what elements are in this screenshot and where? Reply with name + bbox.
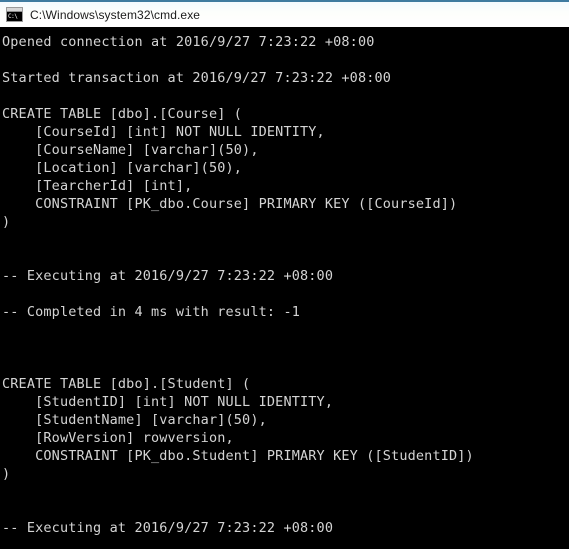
console-line: [Location] [varchar](50), [2, 160, 243, 176]
console-output-area[interactable]: Opened connection at 2016/9/27 7:23:22 +… [0, 27, 569, 549]
console-line: Started transaction at 2016/9/27 7:23:22… [2, 70, 392, 86]
console-line: ) [2, 214, 11, 230]
console-line: CONSTRAINT [PK_dbo.Student] PRIMARY KEY … [2, 448, 474, 464]
console-line: [StudentID] [int] NOT NULL IDENTITY, [2, 394, 334, 410]
cmd-console-icon: C:\ [6, 7, 23, 22]
console-line: [RowVersion] rowversion, [2, 430, 234, 446]
console-line: Opened connection at 2016/9/27 7:23:22 +… [2, 34, 375, 50]
console-line: -- Executing at 2016/9/27 7:23:22 +08:00 [2, 520, 334, 536]
console-line: CREATE TABLE [dbo].[Student] ( [2, 376, 251, 392]
console-line: ) [2, 466, 11, 482]
console-line: [TearcherId] [int], [2, 178, 193, 194]
console-line: CONSTRAINT [PK_dbo.Course] PRIMARY KEY (… [2, 196, 458, 212]
console-line: [CourseName] [varchar](50), [2, 142, 259, 158]
cmd-window: C:\ C:\Windows\system32\cmd.exe Opened c… [0, 0, 569, 549]
window-title: C:\Windows\system32\cmd.exe [30, 7, 201, 22]
window-titlebar[interactable]: C:\ C:\Windows\system32\cmd.exe [0, 0, 569, 27]
console-line: CREATE TABLE [dbo].[Course] ( [2, 106, 243, 122]
console-line: [CourseId] [int] NOT NULL IDENTITY, [2, 124, 325, 140]
console-line: -- Executing at 2016/9/27 7:23:22 +08:00 [2, 268, 334, 284]
cmd-icon-prompt-glyph: C:\ [7, 12, 22, 21]
console-line: [StudentName] [varchar](50), [2, 412, 267, 428]
console-line: -- Completed in 4 ms with result: -1 [2, 304, 300, 320]
